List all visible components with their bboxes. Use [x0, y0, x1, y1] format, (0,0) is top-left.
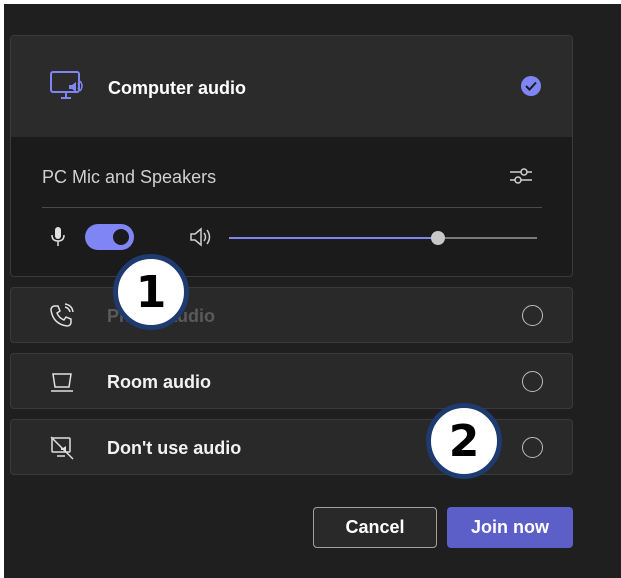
room-audio-label: Room audio: [107, 372, 211, 392]
cancel-button[interactable]: Cancel: [313, 507, 437, 548]
audio-device-label: PC Mic and Speakers: [42, 167, 217, 187]
volume-slider-fill: [229, 237, 439, 239]
volume-slider-thumb[interactable]: [431, 231, 446, 245]
computer-audio-label: Computer audio: [108, 78, 246, 98]
toggle-knob: [113, 229, 129, 245]
divider: [42, 207, 542, 208]
no-audio-radio[interactable]: [522, 437, 543, 458]
speaker-icon: [189, 226, 213, 253]
no-audio-label: Don't use audio: [107, 438, 242, 458]
computer-audio-option[interactable]: Computer audio: [11, 36, 572, 138]
annotation-badge-2: 2: [426, 403, 502, 479]
sliders-icon[interactable]: [509, 164, 533, 193]
annotation-badge-1: 1: [113, 254, 189, 330]
no-audio-icon: [49, 435, 75, 466]
phone-call-icon: [49, 303, 75, 334]
phone-audio-radio[interactable]: [522, 305, 543, 326]
computer-speaker-icon: [49, 70, 85, 107]
phone-audio-option[interactable]: Phone audio: [10, 287, 573, 343]
join-now-button[interactable]: Join now: [447, 507, 573, 548]
selected-check-icon: [521, 76, 541, 96]
room-audio-option[interactable]: Room audio: [10, 353, 573, 409]
computer-audio-card: Computer audio PC Mic and Speakers: [10, 35, 573, 277]
volume-slider[interactable]: [229, 231, 537, 245]
mic-toggle[interactable]: [85, 224, 134, 250]
microphone-icon: [51, 226, 65, 253]
room-audio-radio[interactable]: [522, 371, 543, 392]
room-display-icon: [49, 369, 75, 400]
